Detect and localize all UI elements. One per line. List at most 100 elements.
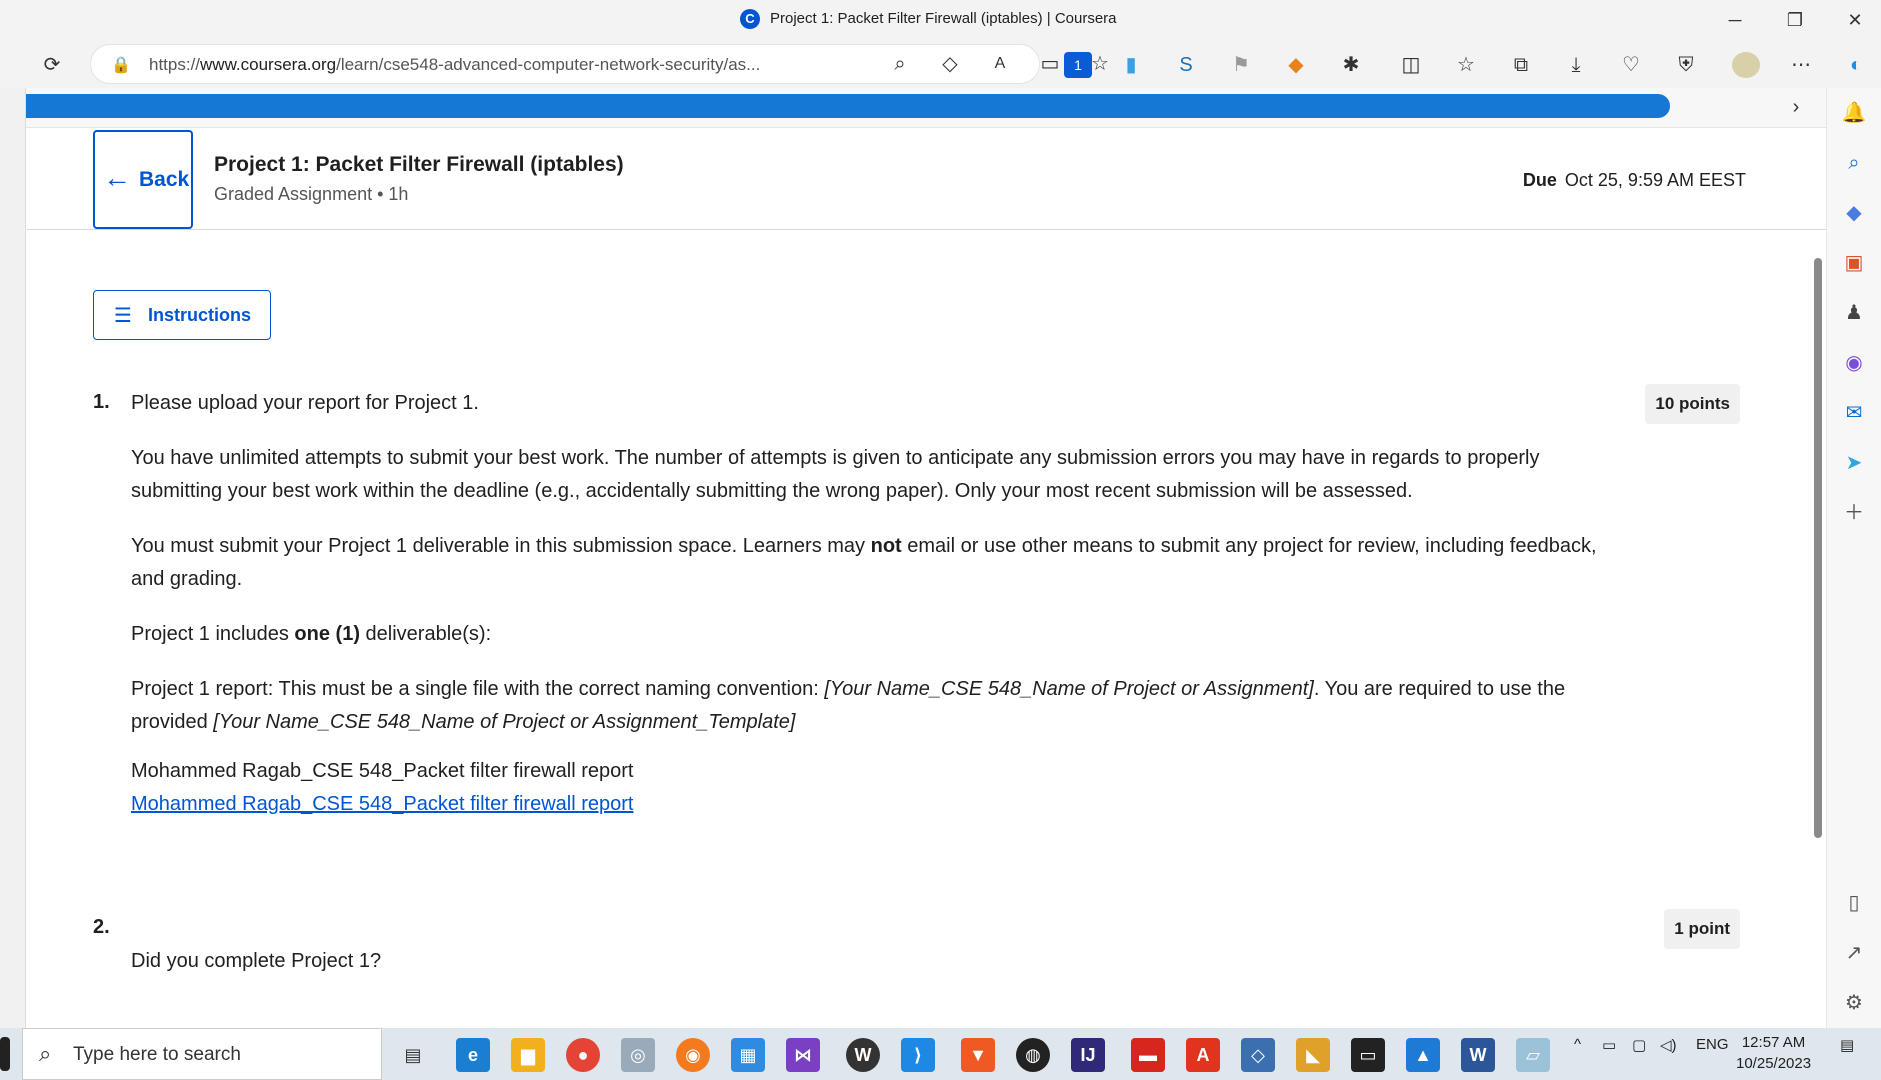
task-view-icon[interactable]: ▤	[396, 1038, 430, 1072]
instructions-button[interactable]: ☰ Instructions	[93, 290, 271, 340]
arrow-left-icon: ←	[103, 162, 131, 193]
acrobat-icon[interactable]: A	[1186, 1038, 1220, 1072]
back-button-label: Back	[139, 168, 190, 191]
window-titlebar: C Project 1: Packet Filter Firewall (ipt…	[0, 0, 1881, 40]
intellij-icon[interactable]: IJ	[1071, 1038, 1105, 1072]
redaction-scribble	[0, 94, 1670, 118]
extension-p-icon[interactable]: ⚑	[1227, 52, 1255, 78]
back-button[interactable]: ← Back	[93, 130, 193, 229]
taskbar-search[interactable]: ⌕ Type here to search	[22, 1028, 382, 1080]
reader-view-icon[interactable]: ▭	[1036, 51, 1064, 77]
due-date: Due Oct 25, 9:59 AM EEST	[1522, 170, 1746, 190]
minimize-button[interactable]: ─	[1713, 6, 1757, 34]
sidebar-toggle-icon[interactable]: ▯	[1841, 890, 1867, 916]
download-icon[interactable]: ⤓	[1562, 52, 1590, 78]
copilot-icon[interactable]: ◐	[1842, 52, 1870, 78]
coursera-favicon-icon: C	[740, 9, 760, 29]
brave-icon[interactable]: ▼	[961, 1038, 995, 1072]
edge-icon[interactable]: e	[456, 1038, 490, 1072]
virtualbox-icon[interactable]: ◇	[1241, 1038, 1275, 1072]
notifications-icon[interactable]: ▤	[1840, 1036, 1854, 1054]
vertical-scrollbar[interactable]	[1811, 238, 1825, 958]
browser-toolbar: ⟳ 🔒 https://www.coursera.org/learn/cse54…	[0, 40, 1881, 88]
volume-icon[interactable]: ◁)	[1660, 1036, 1677, 1054]
collections-icon[interactable]: ⧉	[1507, 52, 1535, 78]
favorites-bar: ›	[0, 88, 1881, 128]
page-subtitle: Graded Assignment • 1h	[214, 184, 409, 204]
add-icon[interactable]: ＋	[1841, 500, 1867, 526]
word-icon[interactable]: W	[1461, 1038, 1495, 1072]
chrome-icon[interactable]: ●	[566, 1038, 600, 1072]
outlook-icon[interactable]: ✉	[1841, 400, 1867, 426]
question-1-points: 10 points	[1645, 384, 1740, 424]
app-2-icon[interactable]: ◣	[1296, 1038, 1330, 1072]
file-explorer-icon[interactable]: ▆	[511, 1038, 545, 1072]
github-icon[interactable]: ◍	[1016, 1038, 1050, 1072]
open-external-icon[interactable]: ↗	[1841, 940, 1867, 966]
network-icon[interactable]: ▢	[1632, 1036, 1646, 1054]
start-button[interactable]	[0, 1037, 10, 1071]
visual-studio-icon[interactable]: ⋈	[786, 1038, 820, 1072]
restore-button[interactable]: ❐	[1773, 6, 1817, 34]
profile-avatar[interactable]	[1732, 52, 1760, 78]
system-clock[interactable]: 12:57 AM 10/25/2023	[1736, 1032, 1811, 1074]
clock-date: 10/25/2023	[1736, 1055, 1812, 1072]
notification-bell-icon[interactable]: 🔔	[1841, 100, 1867, 126]
tray-chevron-up-icon[interactable]: ^	[1574, 1036, 1581, 1053]
question-1-submit-text: You must submit your Project 1 deliverab…	[131, 535, 1597, 590]
settings-gear-icon[interactable]: ⚙	[1841, 990, 1867, 1016]
url-text[interactable]: https://www.coursera.org/learn/cse548-ad…	[149, 55, 760, 75]
search-placeholder: Type here to search	[73, 1044, 241, 1065]
more-menu-icon[interactable]: ⋯	[1787, 52, 1815, 78]
drop-icon[interactable]: ➤	[1841, 450, 1867, 476]
tools-icon[interactable]: ▣	[1841, 250, 1867, 276]
extensions-puzzle-icon[interactable]: ✱	[1337, 52, 1365, 78]
browser-essentials-icon[interactable]: ⛨	[1672, 52, 1700, 78]
question-2-prompt: Did you complete Project 1?	[131, 950, 382, 972]
scrollbar-thumb[interactable]	[1814, 258, 1822, 838]
metamask-icon[interactable]: ◆	[1282, 52, 1310, 78]
zoom-icon[interactable]: ⌕	[886, 51, 914, 77]
extension-s-icon[interactable]: S	[1172, 52, 1200, 78]
terminal-icon[interactable]: ▭	[1351, 1038, 1385, 1072]
page-title: Project 1: Packet Filter Firewall (iptab…	[214, 153, 624, 176]
refresh-icon[interactable]: ⟳	[38, 52, 66, 78]
question-1-prompt: Please upload your report for Project 1.	[131, 392, 479, 414]
wordpress-icon[interactable]: W	[846, 1038, 880, 1072]
notes-icon[interactable]: ▱	[1516, 1038, 1550, 1072]
close-button[interactable]: ✕	[1833, 6, 1877, 34]
games-icon[interactable]: ♟	[1841, 300, 1867, 326]
uploaded-file-link[interactable]: Mohammed Ragab_CSE 548_Packet filter fir…	[131, 788, 633, 821]
question-1-deliverables-text: Project 1 includes one (1) deliverable(s…	[131, 623, 492, 645]
read-aloud-icon[interactable]: A	[986, 51, 1014, 77]
extension-badge-icon[interactable]: 1	[1064, 52, 1092, 78]
performance-icon[interactable]: ♡	[1617, 52, 1645, 78]
list-icon: ☰	[114, 305, 132, 327]
extension-icon[interactable]: ▮	[1117, 52, 1145, 78]
tag-icon[interactable]: ◇	[936, 51, 964, 77]
question-2-number: 2.	[93, 916, 110, 938]
shopping-tag-icon[interactable]: ◆	[1841, 200, 1867, 226]
uploaded-file-name: Mohammed Ragab_CSE 548_Packet filter fir…	[131, 760, 634, 782]
language-indicator[interactable]: ENG	[1696, 1036, 1729, 1053]
clock-time: 12:57 AM	[1741, 1034, 1806, 1051]
chevron-right-icon[interactable]: ›	[1782, 94, 1810, 120]
split-screen-icon[interactable]: ◫	[1397, 52, 1425, 78]
store-icon[interactable]: ▦	[731, 1038, 765, 1072]
app-icon[interactable]: ◎	[621, 1038, 655, 1072]
vscode-icon[interactable]: ⟩	[901, 1038, 935, 1072]
search-icon[interactable]: ⌕	[1841, 150, 1867, 176]
favorites-icon[interactable]: ☆	[1452, 52, 1480, 78]
edge-sidebar: 🔔 ⌕ ◆ ▣ ♟ ◉ ✉ ➤ ＋ ▯ ↗ ⚙	[1826, 88, 1881, 1028]
instructions-label: Instructions	[148, 305, 252, 325]
pdf-icon[interactable]: ▬	[1131, 1038, 1165, 1072]
battery-icon[interactable]: ▭	[1602, 1036, 1616, 1054]
microsoft-365-icon[interactable]: ◉	[1841, 350, 1867, 376]
firefox-icon[interactable]: ◉	[676, 1038, 710, 1072]
search-icon: ⌕	[39, 1041, 52, 1066]
photos-icon[interactable]: ▲	[1406, 1038, 1440, 1072]
address-bar[interactable]: 🔒 https://www.coursera.org/learn/cse548-…	[90, 44, 1109, 84]
page-content: ← Back Project 1: Packet Filter Firewall…	[27, 128, 1826, 1028]
question-1-number: 1.	[93, 391, 110, 413]
lock-icon: 🔒	[111, 57, 131, 74]
